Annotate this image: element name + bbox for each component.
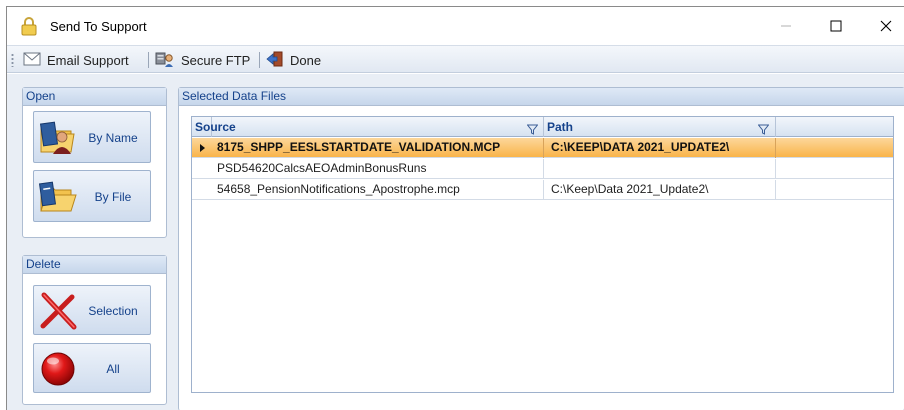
- column-header-path-label: Path: [547, 120, 574, 134]
- email-support-label: Email Support: [47, 52, 129, 68]
- open-group: Open By Name By File: [22, 87, 167, 238]
- person-folder-icon: [38, 118, 78, 158]
- close-button[interactable]: [863, 11, 904, 41]
- toolbar-grip[interactable]: [11, 53, 14, 67]
- title-bar: Send To Support: [7, 7, 904, 45]
- delete-selection-label: Selection: [88, 304, 138, 318]
- cell-source: PSD54620CalcsAEOAdminBonusRuns: [212, 159, 544, 179]
- secure-ftp-label: Secure FTP: [181, 52, 251, 68]
- open-group-title: Open: [23, 88, 166, 106]
- cell-path: C:\Keep\Data 2021_Update2\: [544, 180, 776, 200]
- delete-all-label: All: [106, 362, 120, 376]
- table-row[interactable]: 54658_PensionNotifications_Apostrophe.mc…: [192, 180, 893, 200]
- selected-data-files-title: Selected Data Files: [179, 88, 904, 106]
- delete-group: Delete Selection All: [22, 255, 167, 405]
- table-row[interactable]: 8175_SHPP_EESLSTARTDATE_VALIDATION.MCP C…: [192, 138, 893, 158]
- content-area: Open By Name By File Delete Selection Al…: [7, 74, 904, 410]
- minimize-button[interactable]: [763, 11, 809, 41]
- toolbar: Email Support Secure FTP Done: [7, 45, 904, 73]
- secure-ftp-button[interactable]: Secure FTP: [155, 50, 250, 70]
- envelope-icon: [23, 52, 41, 69]
- cell-empty: [776, 138, 893, 158]
- cell-source: 8175_SHPP_EESLSTARTDATE_VALIDATION.MCP: [212, 138, 544, 158]
- data-files-grid[interactable]: Source Path 8175_SHPP_EESLSTARTDATE_VALI…: [191, 116, 894, 393]
- toolbar-separator: [148, 52, 149, 68]
- column-header-path[interactable]: Path: [544, 117, 776, 137]
- red-x-icon: [38, 291, 78, 331]
- cell-source: 54658_PensionNotifications_Apostrophe.mc…: [212, 180, 544, 200]
- column-header-source[interactable]: Source: [192, 117, 544, 137]
- by-file-button[interactable]: By File: [33, 170, 151, 222]
- cell-path: C:\KEEP\DATA 2021_UPDATE2\: [544, 138, 776, 158]
- filter-icon[interactable]: [757, 121, 770, 135]
- red-circle-icon: [38, 349, 78, 389]
- window-title: Send To Support: [50, 19, 147, 34]
- by-file-label: By File: [94, 190, 132, 204]
- document-folder-icon: [38, 177, 78, 217]
- send-to-support-window: Send To Support Email Support Secure FTP…: [6, 6, 904, 410]
- done-label: Done: [290, 52, 322, 68]
- delete-group-title: Delete: [23, 256, 166, 274]
- lock-icon: [21, 16, 37, 36]
- column-header-empty: [776, 117, 893, 137]
- delete-selection-button[interactable]: Selection: [33, 285, 151, 335]
- table-row[interactable]: PSD54620CalcsAEOAdminBonusRuns: [192, 159, 893, 179]
- cell-empty: [776, 180, 893, 200]
- done-button[interactable]: Done: [266, 50, 321, 70]
- toolbar-separator: [259, 52, 260, 68]
- by-name-label: By Name: [88, 131, 138, 145]
- column-header-source-label: Source: [195, 120, 236, 134]
- filter-icon[interactable]: [526, 121, 539, 135]
- cell-path: [544, 159, 776, 179]
- grid-header: Source Path: [192, 117, 893, 137]
- by-name-button[interactable]: By Name: [33, 111, 151, 163]
- door-exit-icon: [266, 51, 284, 70]
- selected-data-files-panel: Selected Data Files Source Path 8175_SHP…: [178, 87, 904, 410]
- maximize-button[interactable]: [813, 11, 859, 41]
- delete-all-button[interactable]: All: [33, 343, 151, 393]
- row-pointer-icon: [192, 138, 212, 158]
- email-support-button[interactable]: Email Support: [23, 50, 129, 70]
- secure-ftp-icon: [155, 50, 175, 71]
- cell-empty: [776, 159, 893, 179]
